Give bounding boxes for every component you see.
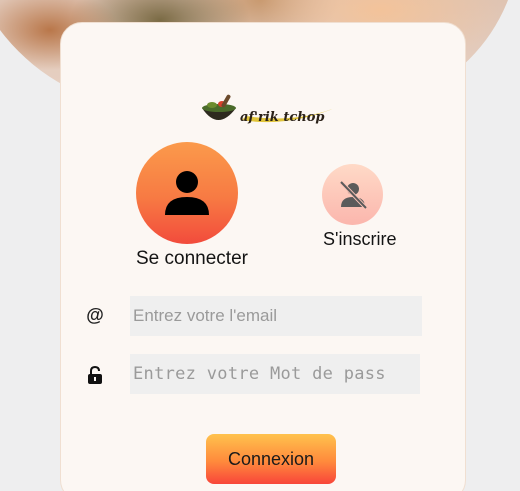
brand-logo-text: af'rik tchop xyxy=(240,110,325,125)
register-tab-button[interactable] xyxy=(322,164,383,225)
password-input[interactable] xyxy=(130,354,420,394)
login-card xyxy=(60,22,466,491)
person-icon xyxy=(165,171,209,215)
at-icon: @ xyxy=(86,304,104,325)
lock-open-icon xyxy=(84,364,106,386)
register-tab-label[interactable]: S'inscrire xyxy=(323,229,396,250)
connexion-button[interactable]: Connexion xyxy=(206,434,336,484)
login-tab-label[interactable]: Se connecter xyxy=(136,248,248,270)
login-tab-button[interactable] xyxy=(136,142,238,244)
email-input[interactable] xyxy=(130,296,422,336)
person-off-icon xyxy=(339,180,367,209)
